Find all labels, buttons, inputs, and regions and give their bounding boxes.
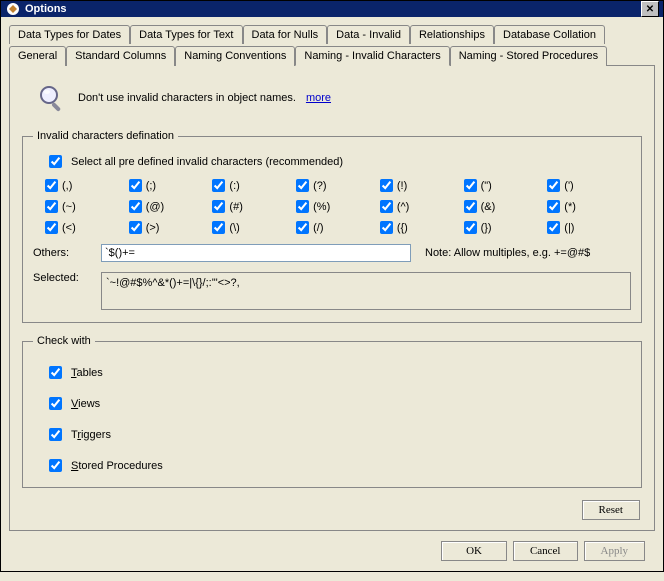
- tab-general[interactable]: General: [9, 46, 66, 66]
- selected-box: `~!@#$%^&*()+=|\{}/;:'"<>?,: [101, 272, 631, 310]
- check-stored-procedures-checkbox[interactable]: [49, 459, 62, 472]
- app-icon: [5, 1, 21, 17]
- char-pipe-checkbox[interactable]: [547, 221, 560, 234]
- char-exclam: (!): [380, 179, 464, 192]
- char-pipe: (|): [547, 221, 631, 234]
- tab-strip: Data Types for Dates Data Types for Text…: [9, 25, 655, 66]
- char-grid: (,) (;) (:) (?) (!) (") (') (~) (@) (#) …: [45, 179, 631, 234]
- char-exclam-checkbox[interactable]: [380, 179, 393, 192]
- char-squote-checkbox[interactable]: [547, 179, 560, 192]
- tab-naming-invalid-characters[interactable]: Naming - Invalid Characters: [295, 46, 449, 66]
- tab-naming-conventions[interactable]: Naming Conventions: [175, 46, 295, 66]
- char-caret: (^): [380, 200, 464, 213]
- check-views: Views: [45, 394, 631, 413]
- reset-button[interactable]: Reset: [582, 500, 640, 520]
- char-amp: (&): [464, 200, 548, 213]
- char-bslash: (\): [212, 221, 296, 234]
- char-percent-checkbox[interactable]: [296, 200, 309, 213]
- char-question-checkbox[interactable]: [296, 179, 309, 192]
- check-triggers-label: Triggers: [71, 429, 111, 441]
- hint-more-link[interactable]: more: [306, 92, 331, 104]
- char-semicolon-checkbox[interactable]: [129, 179, 142, 192]
- char-squote: ('): [547, 179, 631, 192]
- char-at: (@): [129, 200, 213, 213]
- check-stored-procedures-label: Stored Procedures: [71, 460, 163, 472]
- char-percent: (%): [296, 200, 380, 213]
- char-rbrace: (}): [464, 221, 548, 234]
- content: Data Types for Dates Data Types for Text…: [1, 17, 663, 581]
- char-gt: (>): [129, 221, 213, 234]
- tab-database-collation[interactable]: Database Collation: [494, 25, 605, 44]
- char-comma: (,): [45, 179, 129, 192]
- tab-data-nulls[interactable]: Data for Nulls: [243, 25, 328, 44]
- select-all-checkbox[interactable]: [49, 155, 62, 168]
- others-input[interactable]: [101, 244, 411, 262]
- options-window: Options ✕ Data Types for Dates Data Type…: [0, 0, 664, 572]
- char-dquote: ("): [464, 179, 548, 192]
- char-caret-checkbox[interactable]: [380, 200, 393, 213]
- hint-row: Don't use invalid characters in object n…: [36, 82, 644, 114]
- check-tables-label: Tables: [71, 367, 103, 379]
- check-views-checkbox[interactable]: [49, 397, 62, 410]
- footer-buttons: OK Cancel Apply: [9, 531, 655, 573]
- others-label: Others:: [33, 247, 93, 259]
- char-colon: (:): [212, 179, 296, 192]
- check-with-fieldset: Check with Tables Views Triggers Stored …: [22, 335, 642, 488]
- char-semicolon: (;): [129, 179, 213, 192]
- char-tilde-checkbox[interactable]: [45, 200, 58, 213]
- close-icon[interactable]: ✕: [641, 1, 659, 17]
- char-dquote-checkbox[interactable]: [464, 179, 477, 192]
- selected-label: Selected:: [33, 272, 93, 284]
- tab-standard-columns[interactable]: Standard Columns: [66, 46, 175, 66]
- char-star-checkbox[interactable]: [547, 200, 560, 213]
- tab-data-types-dates[interactable]: Data Types for Dates: [9, 25, 130, 44]
- char-lbrace-checkbox[interactable]: [380, 221, 393, 234]
- check-tables-checkbox[interactable]: [49, 366, 62, 379]
- hint-text: Don't use invalid characters in object n…: [78, 92, 296, 104]
- char-question: (?): [296, 179, 380, 192]
- invalid-chars-legend: Invalid characters defination: [33, 130, 178, 142]
- tab-data-types-text[interactable]: Data Types for Text: [130, 25, 242, 44]
- char-fslash-checkbox[interactable]: [296, 221, 309, 234]
- check-triggers-checkbox[interactable]: [49, 428, 62, 441]
- char-lt-checkbox[interactable]: [45, 221, 58, 234]
- check-tables: Tables: [45, 363, 631, 382]
- char-hash-checkbox[interactable]: [212, 200, 225, 213]
- check-views-label: Views: [71, 398, 100, 410]
- char-hash: (#): [212, 200, 296, 213]
- magnifier-icon: [36, 82, 68, 114]
- char-comma-checkbox[interactable]: [45, 179, 58, 192]
- tab-relationships[interactable]: Relationships: [410, 25, 494, 44]
- apply-button[interactable]: Apply: [584, 541, 646, 561]
- tab-data-invalid[interactable]: Data - Invalid: [327, 25, 410, 44]
- check-stored-procedures: Stored Procedures: [45, 456, 631, 475]
- check-with-legend: Check with: [33, 335, 95, 347]
- ok-button[interactable]: OK: [441, 541, 507, 561]
- char-at-checkbox[interactable]: [129, 200, 142, 213]
- tab-naming-stored-procedures[interactable]: Naming - Stored Procedures: [450, 46, 607, 66]
- invalid-chars-fieldset: Invalid characters defination Select all…: [22, 130, 642, 323]
- char-lt: (<): [45, 221, 129, 234]
- cancel-button[interactable]: Cancel: [513, 541, 578, 561]
- check-triggers: Triggers: [45, 425, 631, 444]
- titlebar: Options ✕: [1, 1, 663, 17]
- tab-panel: Don't use invalid characters in object n…: [9, 65, 655, 531]
- select-all-label: Select all pre defined invalid character…: [71, 156, 343, 168]
- char-fslash: (/): [296, 221, 380, 234]
- char-gt-checkbox[interactable]: [129, 221, 142, 234]
- char-star: (*): [547, 200, 631, 213]
- char-bslash-checkbox[interactable]: [212, 221, 225, 234]
- char-rbrace-checkbox[interactable]: [464, 221, 477, 234]
- window-title: Options: [25, 3, 641, 15]
- char-tilde: (~): [45, 200, 129, 213]
- char-colon-checkbox[interactable]: [212, 179, 225, 192]
- others-note: Note: Allow multiples, e.g. +=@#$: [425, 247, 590, 259]
- char-amp-checkbox[interactable]: [464, 200, 477, 213]
- char-lbrace: ({): [380, 221, 464, 234]
